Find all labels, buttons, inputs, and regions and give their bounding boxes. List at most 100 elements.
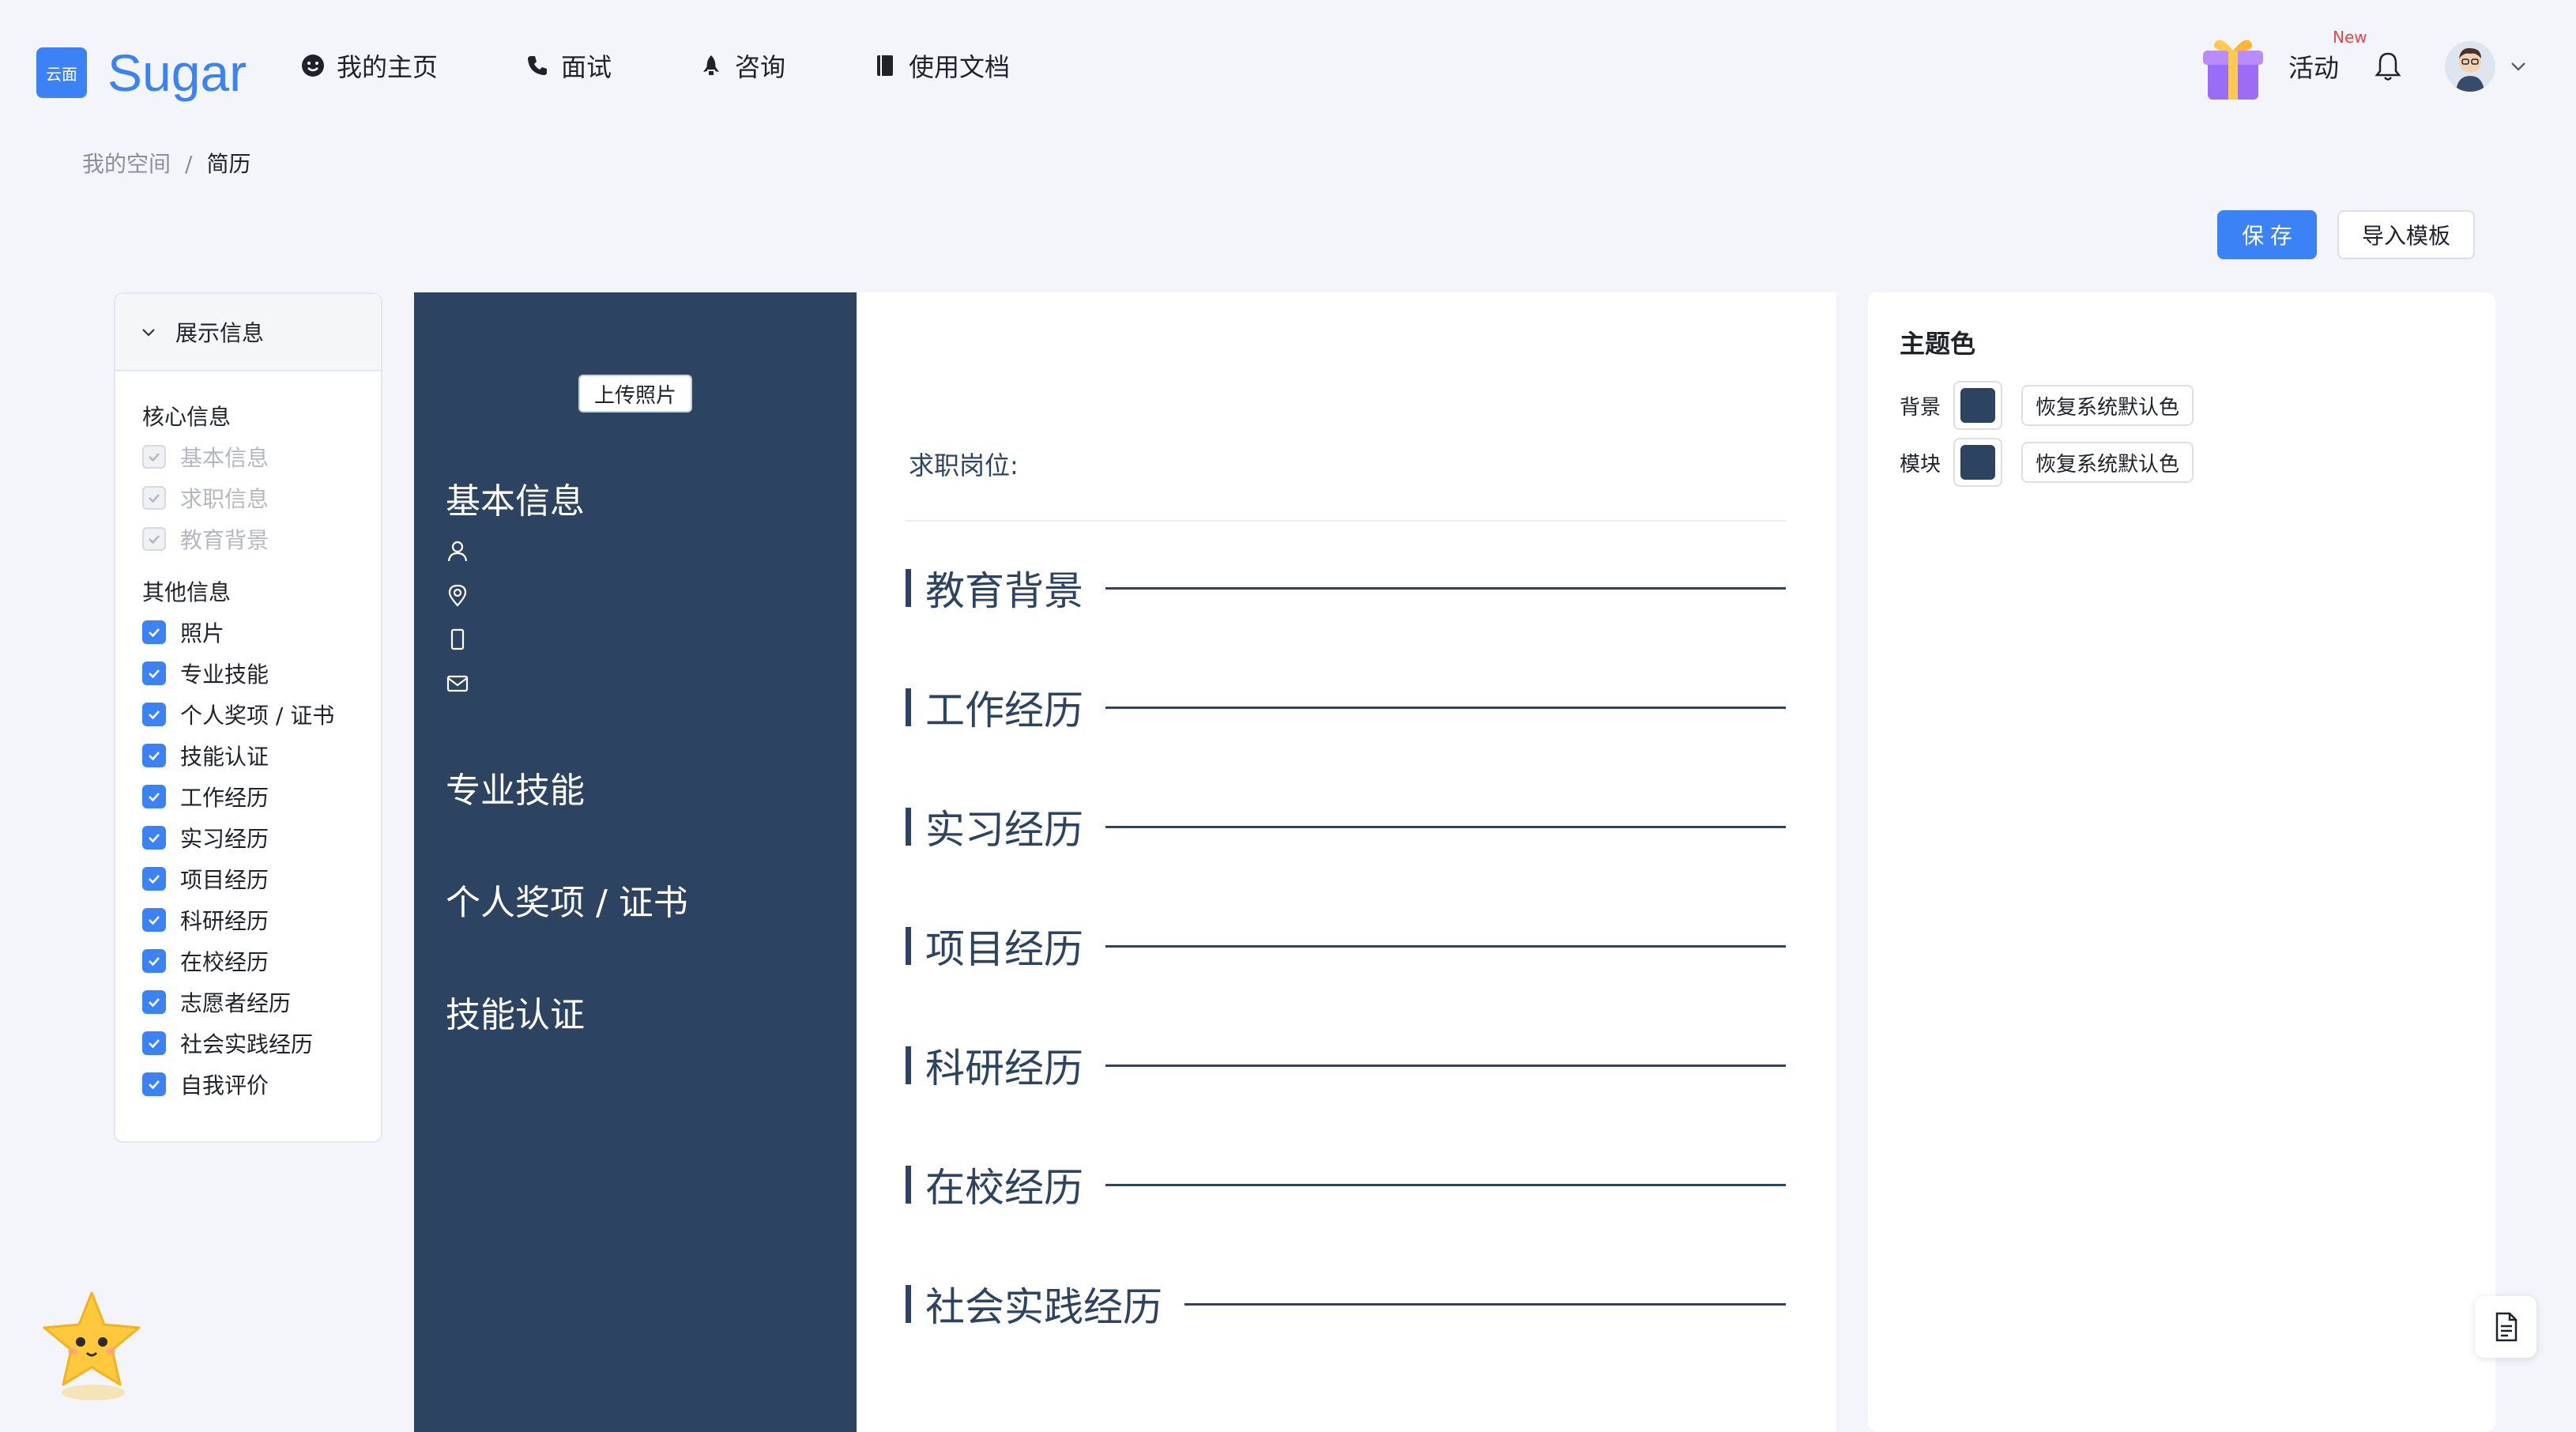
theme-title: 主题色	[1900, 329, 1976, 359]
checkbox-label: 个人奖项 / 证书	[180, 703, 335, 729]
checkbox[interactable]	[142, 744, 166, 767]
breadcrumb-separator: /	[185, 151, 193, 177]
section-title: 项目经历	[925, 926, 1083, 972]
checkbox[interactable]	[142, 826, 166, 850]
nav-label: 我的主页	[337, 52, 439, 82]
nav-item-consult[interactable]: 咨询	[699, 47, 785, 84]
section-bar	[906, 927, 911, 965]
checkbox-row: 求职信息	[115, 477, 381, 518]
checkbox[interactable]	[142, 908, 166, 932]
breadcrumb-current: 简历	[206, 151, 251, 177]
checkbox-label: 社会实践经历	[180, 1031, 314, 1057]
new-badge: New	[2332, 28, 2367, 47]
sidebar-section-awards[interactable]: 个人奖项 / 证书	[446, 874, 688, 925]
nav-item-docs[interactable]: 使用文档	[872, 47, 1010, 84]
import-template-button[interactable]: 导入模板	[2337, 210, 2475, 259]
checkbox-row[interactable]: 自我评价	[115, 1064, 381, 1105]
checkbox-row[interactable]: 社会实践经历	[115, 1023, 381, 1064]
checkbox	[142, 445, 166, 469]
section-title: 社会实践经历	[925, 1284, 1162, 1330]
checkbox[interactable]	[142, 620, 166, 644]
resume-section[interactable]: 项目经历	[906, 922, 1786, 972]
checkbox[interactable]	[142, 1072, 166, 1096]
nav-item-interview[interactable]: 面试	[525, 47, 612, 84]
job-position-label[interactable]: 求职岗位:	[909, 446, 1019, 482]
resume-section[interactable]: 实习经历	[906, 803, 1786, 853]
phone-icon	[528, 56, 548, 75]
panel-title: 展示信息	[175, 320, 265, 346]
logo[interactable]: 云面 Sugar	[36, 43, 247, 103]
background-color-row: 背景 恢复系统默认色	[1900, 381, 2194, 430]
rocket-icon	[703, 55, 720, 75]
checkbox-label: 专业技能	[180, 661, 269, 688]
checkbox[interactable]	[142, 703, 166, 726]
upload-photo-button[interactable]: 上传照片	[578, 375, 692, 413]
display-info-panel: 展示信息 核心信息 基本信息 求职信息 教育背景 其他信息 照片 专业技能 个人奖项 /…	[114, 292, 382, 1143]
checkbox-label: 科研经历	[180, 908, 269, 934]
checkbox-row[interactable]: 专业技能	[115, 653, 381, 694]
checkbox-row[interactable]: 科研经历	[115, 899, 381, 940]
checkbox-row[interactable]: 照片	[115, 612, 381, 653]
checkbox-row[interactable]: 工作经历	[115, 776, 381, 817]
divider	[906, 520, 1786, 522]
section-bar	[906, 1285, 911, 1323]
checkbox[interactable]	[142, 1031, 166, 1055]
background-color-picker[interactable]	[1953, 381, 2002, 430]
resume-section[interactable]: 教育背景	[906, 564, 1786, 614]
checkbox[interactable]	[142, 867, 166, 891]
checkbox-label: 工作经历	[180, 785, 269, 811]
section-rule	[1105, 1064, 1786, 1067]
book-icon	[877, 55, 894, 76]
star-mascot-icon[interactable]	[38, 1288, 145, 1404]
section-rule	[1105, 825, 1786, 828]
checkbox[interactable]	[142, 949, 166, 973]
checkbox-row[interactable]: 技能认证	[115, 735, 381, 776]
resume-section[interactable]: 科研经历	[906, 1042, 1786, 1091]
breadcrumb: 我的空间 / 简历	[82, 147, 250, 179]
save-button[interactable]: 保 存	[2217, 210, 2317, 259]
nav-item-home[interactable]: 我的主页	[300, 47, 438, 84]
section-bar	[906, 688, 911, 726]
section-bar	[906, 569, 911, 607]
checkbox-row[interactable]: 实习经历	[115, 817, 381, 858]
checkbox-label: 自我评价	[180, 1072, 269, 1098]
resume-section[interactable]: 在校经历	[906, 1161, 1786, 1211]
checkbox-label: 实习经历	[180, 826, 269, 852]
nav-label: 咨询	[735, 52, 786, 82]
section-bar	[906, 808, 911, 846]
checkbox[interactable]	[142, 661, 166, 685]
section-bar	[906, 1166, 911, 1204]
sidebar-section-skills[interactable]: 专业技能	[446, 762, 585, 812]
section-title: 科研经历	[925, 1046, 1083, 1091]
restore-default-button[interactable]: 恢复系统默认色	[2021, 442, 2194, 483]
other-info-title: 其他信息	[142, 579, 232, 605]
display-info-header[interactable]: 展示信息	[115, 294, 381, 371]
restore-default-button[interactable]: 恢复系统默认色	[2021, 385, 2194, 426]
logo-mark: 云面	[36, 47, 87, 98]
chevron-down-icon[interactable]	[2508, 56, 2529, 77]
theme-panel: 主题色 背景 恢复系统默认色 模块 恢复系统默认色	[1868, 292, 2495, 1432]
color-swatch	[1960, 388, 1995, 423]
breadcrumb-root[interactable]: 我的空间	[82, 151, 171, 177]
top-navigation-bar: 云面 Sugar 我的主页 面试 咨询 使用文档 活动 New	[0, 0, 2576, 134]
bell-icon[interactable]	[2374, 51, 2402, 82]
document-float-button[interactable]	[2475, 1296, 2536, 1358]
logo-text: Sugar	[107, 43, 247, 102]
checkbox[interactable]	[142, 990, 166, 1014]
resume-section[interactable]: 社会实践经历	[906, 1280, 1786, 1330]
resume-section[interactable]: 工作经历	[906, 684, 1786, 733]
checkbox-row[interactable]: 个人奖项 / 证书	[115, 694, 381, 735]
section-rule	[1105, 586, 1786, 590]
checkbox-row[interactable]: 在校经历	[115, 940, 381, 982]
checkbox-row[interactable]: 志愿者经历	[115, 982, 381, 1023]
resume-main: 求职岗位: 教育背景工作经历实习经历项目经历科研经历在校经历社会实践经历	[857, 292, 1836, 1432]
module-color-picker[interactable]	[1953, 438, 2002, 487]
avatar[interactable]	[2445, 41, 2495, 92]
activity-link[interactable]: 活动 New	[2288, 28, 2367, 85]
checkbox-row[interactable]: 项目经历	[115, 858, 381, 899]
checkbox[interactable]	[142, 785, 166, 808]
color-label: 背景	[1900, 395, 1941, 420]
gift-icon[interactable]	[2200, 30, 2266, 103]
sidebar-section-basic[interactable]: 基本信息	[446, 473, 585, 523]
sidebar-section-certification[interactable]: 技能认证	[446, 986, 585, 1037]
